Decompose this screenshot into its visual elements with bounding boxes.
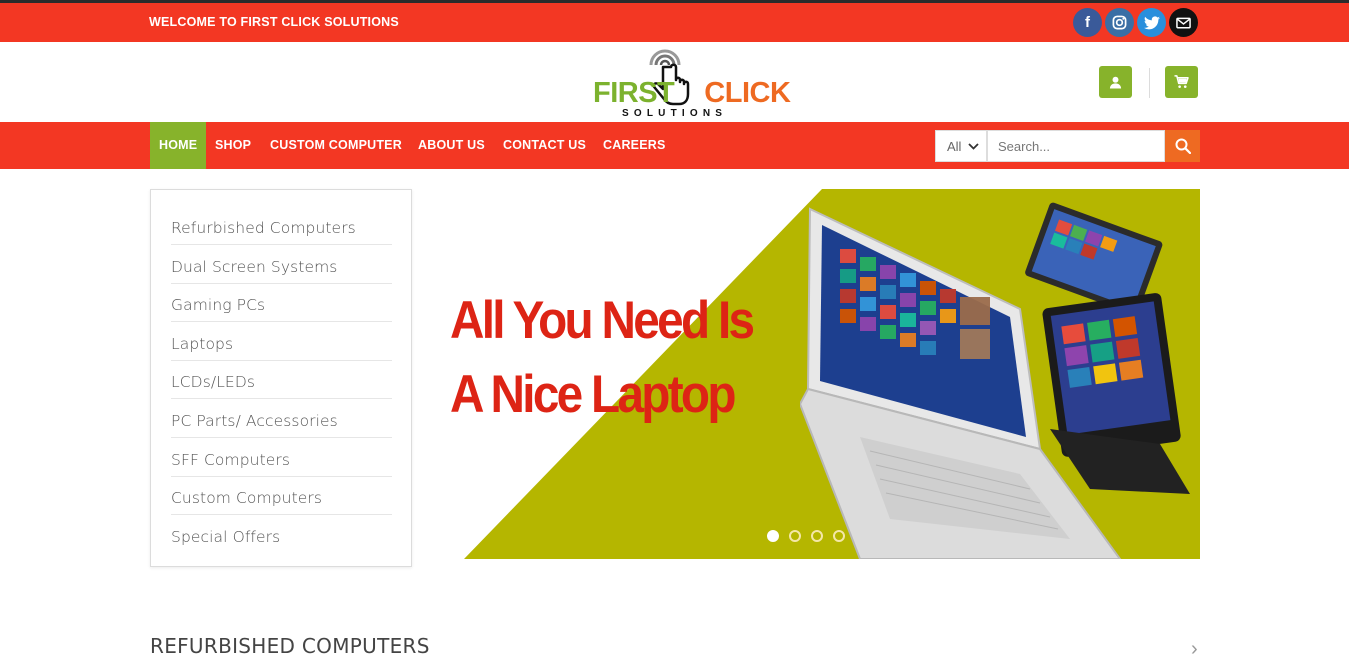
category-special-offers[interactable]: Special Offers [171, 515, 392, 554]
email-icon[interactable] [1169, 8, 1198, 37]
twitter-icon[interactable] [1137, 8, 1166, 37]
main-nav: HOME SHOP CUSTOM COMPUTER ABOUT US CONTA… [0, 122, 1349, 169]
chevron-down-icon [968, 143, 979, 150]
site-logo[interactable]: FIRST CLICK SOLUTIONS [593, 45, 791, 120]
nav-contact-us[interactable]: CONTACT US [494, 122, 595, 169]
category-sidebar: Refurbished Computers Dual Screen System… [150, 189, 412, 567]
top-bar: WELCOME TO FIRST CLICK SOLUTIONS f [0, 0, 1349, 42]
header-divider [1149, 68, 1150, 98]
cart-icon [1174, 75, 1189, 88]
nav-careers[interactable]: CAREERS [594, 122, 675, 169]
logo-word-first: FIRST [593, 77, 675, 109]
slider-dot-2[interactable] [789, 530, 801, 542]
category-gaming-pcs[interactable]: Gaming PCs [171, 283, 392, 322]
laptop-image [800, 202, 1190, 559]
user-icon [1109, 76, 1122, 89]
cart-button[interactable] [1165, 66, 1198, 98]
logo-wordmark: FIRST CLICK [593, 77, 791, 110]
category-refurbished-computers[interactable]: Refurbished Computers [171, 206, 392, 245]
section-title: REFURBISHED COMPUTERS [150, 634, 430, 658]
category-dual-screen-systems[interactable]: Dual Screen Systems [171, 245, 392, 284]
category-custom-computers[interactable]: Custom Computers [171, 476, 392, 515]
category-laptops[interactable]: Laptops [171, 322, 392, 361]
category-sff-computers[interactable]: SFF Computers [171, 438, 392, 477]
welcome-text: WELCOME TO FIRST CLICK SOLUTIONS [149, 15, 399, 29]
logo-word-click: CLICK [704, 77, 791, 109]
search-icon [1175, 138, 1191, 154]
slider-dot-1[interactable] [767, 530, 779, 542]
nav-custom-computer[interactable]: CUSTOM COMPUTER [261, 122, 411, 169]
site-header: FIRST CLICK SOLUTIONS [0, 42, 1349, 122]
facebook-icon[interactable]: f [1073, 8, 1102, 37]
slide-headline-line-2: A Nice Laptop [450, 365, 737, 424]
logo-subtitle: SOLUTIONS [622, 108, 728, 119]
category-lcds-leds[interactable]: LCDs/LEDs [171, 360, 392, 399]
slider-dot-3[interactable] [811, 530, 823, 542]
slide-headline: All You Need Is A Nice Laptop [450, 284, 755, 432]
nav-about-us[interactable]: ABOUT US [409, 122, 494, 169]
slider-dot-4[interactable] [833, 530, 845, 542]
nav-shop[interactable]: SHOP [206, 122, 260, 169]
instagram-icon[interactable] [1105, 8, 1134, 37]
section-next-arrow[interactable]: › [1191, 638, 1198, 661]
slide-headline-line-1: All You Need Is [450, 291, 755, 350]
search-button[interactable] [1165, 130, 1200, 162]
hero-slider[interactable]: All You Need Is A Nice Laptop [432, 189, 1200, 559]
search-category-value: All [947, 139, 962, 154]
search-category-select[interactable]: All [935, 130, 987, 162]
nav-home[interactable]: HOME [150, 122, 207, 169]
category-pc-parts-accessories[interactable]: PC Parts/ Accessories [171, 399, 392, 438]
search-input[interactable] [987, 130, 1165, 162]
account-button[interactable] [1099, 66, 1132, 98]
